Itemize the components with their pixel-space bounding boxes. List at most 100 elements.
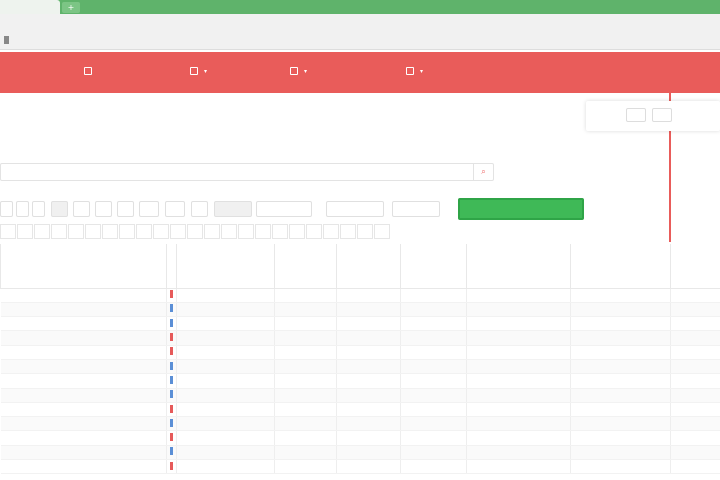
letter-filter-button[interactable] (170, 224, 186, 239)
add-student-button[interactable] (458, 198, 584, 220)
letter-filter-button[interactable] (238, 224, 254, 239)
col-header[interactable] (570, 244, 671, 289)
toolbar-button[interactable] (51, 201, 68, 217)
student-name-link[interactable] (0, 402, 167, 418)
student-name-link[interactable] (0, 302, 167, 318)
col-header[interactable] (466, 244, 571, 289)
col-header-birthdate[interactable] (176, 244, 275, 289)
student-name-link[interactable] (0, 330, 167, 346)
student-name-link[interactable] (0, 359, 167, 375)
table-row[interactable] (0, 388, 720, 403)
toolbar-button[interactable] (117, 201, 134, 217)
toolbar (0, 199, 720, 219)
table-row[interactable] (0, 316, 720, 332)
student-name-link[interactable] (0, 430, 167, 446)
table-row[interactable] (0, 416, 720, 432)
toolbar-text-button[interactable] (256, 201, 312, 217)
table-cell (400, 388, 467, 403)
toolbar-button[interactable] (139, 201, 159, 217)
table-row[interactable] (0, 288, 720, 303)
marker-icon (170, 390, 173, 399)
nav-item-settings[interactable]: ▾ (406, 67, 423, 75)
col-header[interactable] (336, 244, 401, 289)
letter-filter-button[interactable] (153, 224, 169, 239)
toolbar-button[interactable] (95, 201, 112, 217)
letter-filter-button[interactable] (204, 224, 220, 239)
col-header-name[interactable] (0, 244, 167, 289)
nav-item-users[interactable]: ▾ (190, 67, 207, 75)
letter-filter-button[interactable] (289, 224, 305, 239)
letter-filter-button[interactable] (34, 224, 50, 239)
table-cell (176, 430, 275, 446)
letter-filter-button[interactable] (374, 224, 390, 239)
table-row[interactable] (0, 302, 720, 318)
table-row[interactable] (0, 445, 720, 461)
table-row[interactable] (0, 402, 720, 418)
toolbar-text-button[interactable] (326, 201, 384, 217)
col-header[interactable] (274, 244, 337, 289)
letter-filter-button[interactable] (68, 224, 84, 239)
letter-filter-button[interactable] (17, 224, 33, 239)
gender-marker (166, 416, 177, 432)
toolbar-text-button[interactable] (214, 201, 252, 217)
nav-item-home[interactable] (84, 67, 95, 75)
new-tab-button[interactable]: + (62, 2, 80, 13)
student-name-link[interactable] (0, 288, 167, 303)
table-cell (466, 330, 571, 346)
toolbar-text-button[interactable] (392, 201, 440, 217)
letter-filter-button[interactable] (85, 224, 101, 239)
letter-filter-button[interactable] (136, 224, 152, 239)
toolbar-button[interactable] (32, 201, 45, 217)
book-icon (290, 67, 298, 75)
toolbar-button[interactable] (191, 201, 208, 217)
letter-filter-button[interactable] (340, 224, 356, 239)
toolbar-button[interactable] (16, 201, 29, 217)
table-cell (570, 288, 671, 303)
table-row[interactable] (0, 373, 720, 389)
letter-filter-button[interactable] (187, 224, 203, 239)
toolbar-button[interactable] (165, 201, 185, 217)
letter-filter-button[interactable] (0, 224, 16, 239)
col-header[interactable] (670, 244, 720, 289)
letter-filter-button[interactable] (119, 224, 135, 239)
letter-filter-button[interactable] (221, 224, 237, 239)
student-name-link[interactable] (0, 459, 167, 475)
marker-icon (170, 361, 173, 370)
nav-item-directories[interactable]: ▾ (290, 67, 307, 75)
top-action-button-2[interactable] (652, 108, 672, 122)
student-name-link[interactable] (0, 373, 167, 389)
top-action-button-1[interactable] (626, 108, 646, 122)
student-name-link[interactable] (0, 345, 167, 360)
letter-filter-button[interactable] (323, 224, 339, 239)
table-cell (176, 288, 275, 303)
table-row[interactable] (0, 359, 720, 375)
toolbar-button[interactable] (73, 201, 90, 217)
table-cell (466, 345, 571, 360)
student-name-link[interactable] (0, 388, 167, 403)
table-cell (570, 359, 671, 375)
letter-filter-button[interactable] (102, 224, 118, 239)
home-icon (84, 67, 92, 75)
student-name-link[interactable] (0, 416, 167, 432)
caret-down-icon: ▾ (420, 67, 424, 75)
table-row[interactable] (0, 330, 720, 346)
search-icon[interactable]: ⌕ (473, 164, 493, 180)
table-row[interactable] (0, 459, 720, 475)
student-name-link[interactable] (0, 445, 167, 461)
marker-icon (170, 433, 173, 442)
table-cell (400, 373, 467, 389)
letter-filter-button[interactable] (255, 224, 271, 239)
table-row[interactable] (0, 345, 720, 360)
letter-filter-button[interactable] (306, 224, 322, 239)
table-cell (400, 430, 467, 446)
student-name-link[interactable] (0, 316, 167, 332)
letter-filter-button[interactable] (357, 224, 373, 239)
toolbar-button[interactable] (0, 201, 13, 217)
letter-filter-button[interactable] (51, 224, 67, 239)
table-cell (336, 388, 401, 403)
browser-tab[interactable] (0, 0, 60, 14)
col-header[interactable] (400, 244, 467, 289)
url-field[interactable] (4, 20, 234, 33)
table-row[interactable] (0, 430, 720, 446)
letter-filter-button[interactable] (272, 224, 288, 239)
